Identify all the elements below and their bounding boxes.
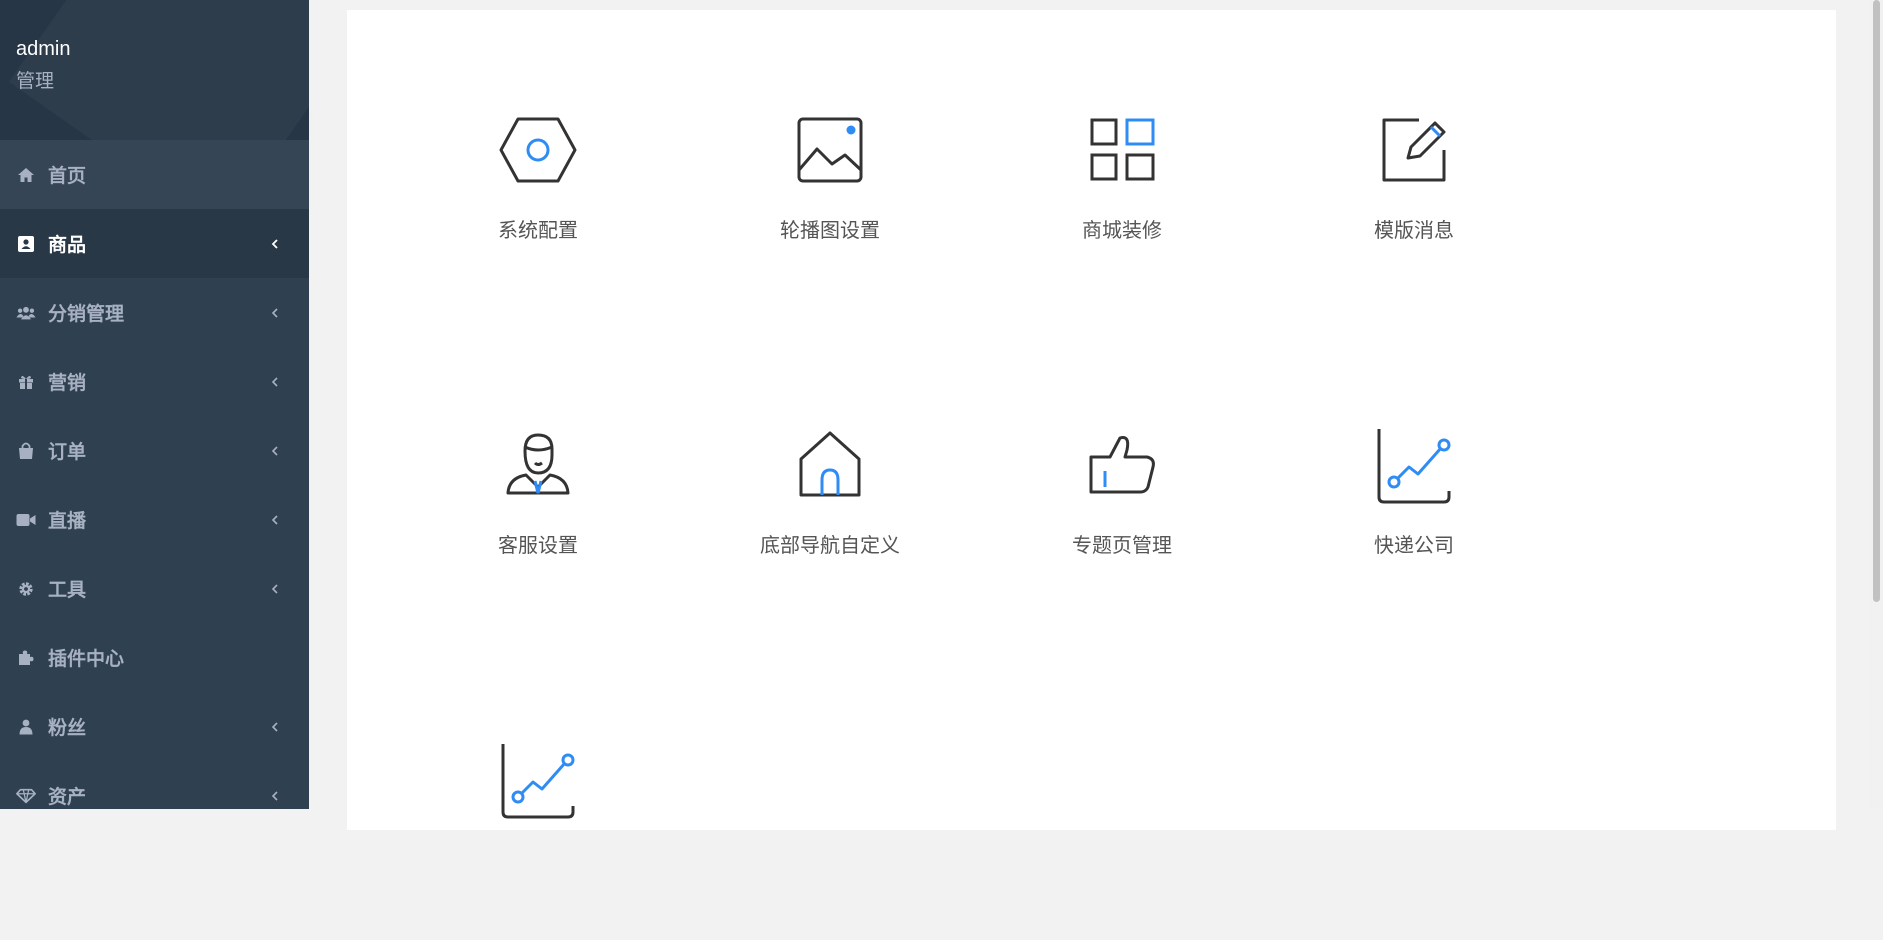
tile-bottom-nav[interactable]: 底部导航自定义 [730, 425, 930, 625]
sidebar-item-label: 直播 [48, 511, 87, 532]
tile-label: 模版消息 [1374, 220, 1454, 242]
gift-icon [16, 372, 36, 392]
edit-icon [1382, 118, 1446, 182]
sidebar-item-marketing[interactable]: 营销 [0, 347, 309, 416]
sidebar-item-label: 插件中心 [48, 649, 125, 670]
user-profile: admin 管理 [0, 0, 309, 140]
chevron-left-icon [271, 238, 278, 249]
sidebar-item-plugins[interactable]: 插件中心 [0, 623, 309, 692]
tile-label: 轮播图设置 [780, 220, 880, 242]
tile-express-company[interactable]: 快递公司 [1314, 425, 1514, 625]
shopping-bag-icon [16, 441, 36, 461]
sidebar-item-label: 工具 [48, 580, 87, 601]
sidebar-item-assets[interactable]: 资产 [0, 761, 309, 809]
sidebar-item-home[interactable]: 首页 [0, 140, 309, 209]
user-role: 管理 [16, 71, 55, 92]
tile-store-decoration[interactable]: 商城装修 [1022, 110, 1222, 310]
user-icon [16, 717, 36, 737]
sidebar-item-orders[interactable]: 订单 [0, 416, 309, 485]
username[interactable]: admin [16, 38, 70, 61]
sidebar-item-label: 首页 [48, 166, 87, 187]
contact-card-icon [16, 234, 36, 254]
tile-system-config[interactable]: 系统配置 [438, 110, 638, 310]
vertical-scrollbar[interactable] [1869, 0, 1883, 809]
tile-topic-pages[interactable]: 专题页管理 [1022, 425, 1222, 625]
chevron-left-icon [271, 514, 278, 525]
thumbs-up-icon [1089, 436, 1155, 494]
chevron-left-icon [271, 307, 278, 318]
scrollbar-thumb[interactable] [1873, 0, 1880, 602]
grid-icon [1090, 118, 1155, 181]
tile-template-message[interactable]: 模版消息 [1314, 110, 1514, 310]
sidebar-item-live[interactable]: 直播 [0, 485, 309, 554]
tile-label: 商城装修 [1082, 220, 1162, 242]
sidebar-item-distribution[interactable]: 分销管理 [0, 278, 309, 347]
sidebar-item-label: 资产 [48, 787, 87, 808]
chevron-left-icon [271, 445, 278, 456]
tile-label: 专题页管理 [1072, 535, 1172, 557]
customer-service-icon [506, 433, 570, 495]
tile-chart[interactable] [438, 740, 638, 940]
sidebar-item-label: 商品 [48, 235, 87, 256]
tile-label: 快递公司 [1374, 535, 1454, 557]
settings-panel: 系统配置 轮播图设置 商城装修 模版消息 客服设置 底部导航自定义 专题页管理 … [347, 10, 1836, 830]
sidebar-item-tools[interactable]: 工具 [0, 554, 309, 623]
line-chart-icon [501, 744, 575, 819]
tile-banner-settings[interactable]: 轮播图设置 [730, 110, 930, 310]
sidebar: admin 管理 首页 商品 分销管理 营销 订单 直播 工具 插件中心 粉丝 … [0, 0, 309, 809]
tile-customer-service[interactable]: 客服设置 [438, 425, 638, 625]
image-icon [797, 117, 863, 183]
sidebar-item-fans[interactable]: 粉丝 [0, 692, 309, 761]
sidebar-item-label: 分销管理 [48, 304, 125, 325]
chevron-left-icon [271, 376, 278, 387]
puzzle-icon [16, 648, 36, 668]
diamond-icon [16, 786, 36, 806]
tile-label: 底部导航自定义 [760, 535, 900, 557]
gear-icon [16, 579, 36, 599]
line-chart-icon [1377, 429, 1451, 504]
chevron-left-icon [271, 583, 278, 594]
house-icon [799, 431, 861, 497]
tile-label: 系统配置 [498, 220, 578, 242]
sidebar-item-label: 营销 [48, 373, 87, 394]
users-icon [16, 303, 36, 323]
video-camera-icon [16, 510, 36, 530]
hexagon-icon [499, 117, 577, 183]
sidebar-item-label: 粉丝 [48, 718, 87, 739]
tile-label: 客服设置 [498, 535, 578, 557]
sidebar-item-products[interactable]: 商品 [0, 209, 309, 278]
chevron-left-icon [271, 721, 278, 732]
home-icon [16, 165, 36, 185]
chevron-left-icon [271, 790, 278, 801]
sidebar-item-label: 订单 [48, 442, 87, 463]
